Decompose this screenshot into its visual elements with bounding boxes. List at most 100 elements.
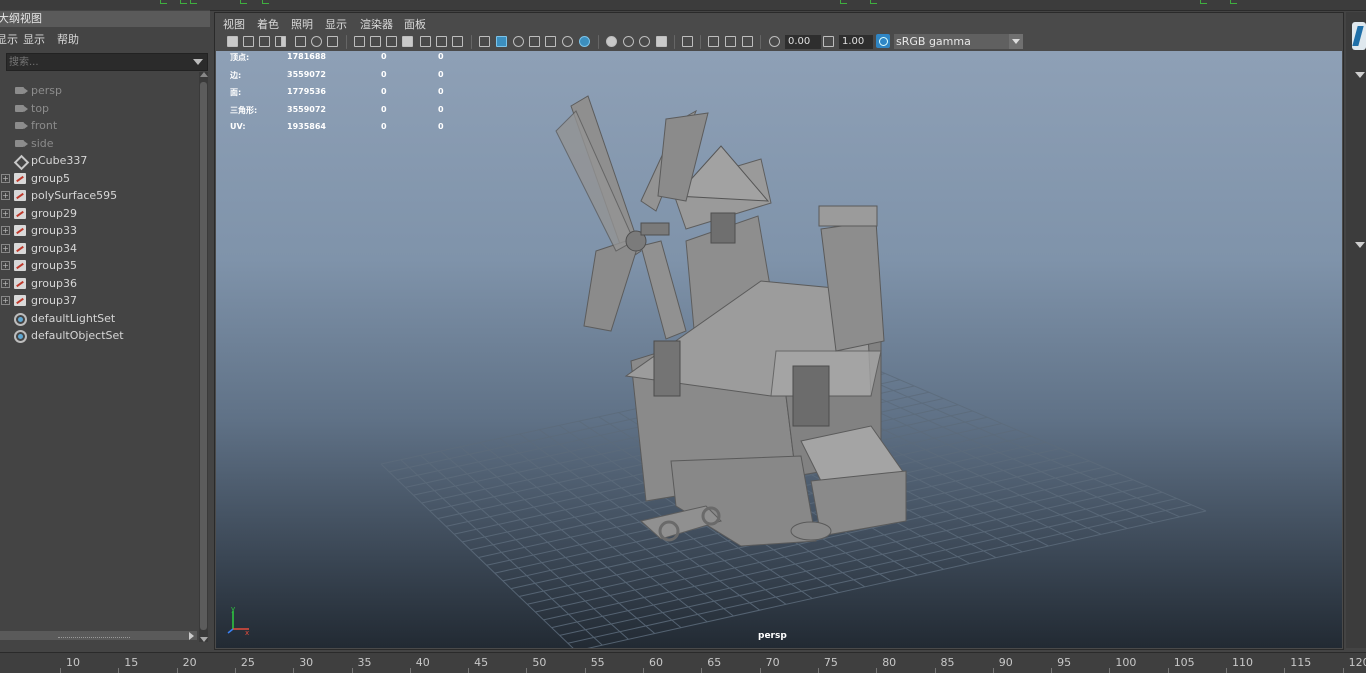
- expand-icon[interactable]: +: [1, 226, 10, 235]
- menu-shading[interactable]: 着色: [257, 16, 279, 32]
- group-icon: [14, 225, 26, 236]
- hud-comp: 0: [438, 87, 444, 96]
- xray-icon[interactable]: [656, 36, 667, 47]
- color-management-icon[interactable]: [876, 34, 890, 48]
- xray-joints-icon[interactable]: [725, 36, 736, 47]
- select-camera-icon[interactable]: [227, 36, 238, 47]
- expand-icon[interactable]: +: [1, 243, 10, 253]
- chevron-down-icon[interactable]: [1009, 34, 1023, 49]
- lock-camera-icon[interactable]: [281, 36, 286, 47]
- axis-y-label: y: [231, 605, 235, 613]
- outliner-item[interactable]: front: [0, 117, 200, 134]
- resolution-gate-icon[interactable]: [386, 36, 397, 47]
- menu-panels[interactable]: 面板: [404, 16, 426, 32]
- toolbar-separator: [346, 35, 347, 49]
- shadows-icon[interactable]: [562, 36, 573, 47]
- motion-blur-icon[interactable]: [606, 36, 617, 47]
- exposure-field[interactable]: 0.00: [785, 35, 821, 49]
- hud-sel: 0: [381, 87, 387, 96]
- expand-icon[interactable]: +: [1, 173, 10, 183]
- scroll-right-icon[interactable]: [189, 632, 194, 640]
- depth-of-field-icon[interactable]: [639, 36, 650, 47]
- outliner-item-label: group33: [31, 224, 77, 237]
- outliner-item[interactable]: side: [0, 135, 200, 152]
- ambient-occlusion-icon[interactable]: [579, 36, 590, 47]
- outliner-item[interactable]: + group35: [0, 257, 200, 274]
- scroll-up-icon[interactable]: [200, 72, 208, 77]
- outliner-item[interactable]: + group33: [0, 222, 200, 239]
- expand-icon[interactable]: +: [1, 296, 10, 305]
- outliner-item[interactable]: defaultObjectSet: [0, 327, 200, 344]
- anti-aliasing-icon[interactable]: [623, 36, 634, 47]
- outliner-item[interactable]: defaultLightSet: [0, 310, 200, 327]
- gamma-icon[interactable]: [823, 36, 834, 47]
- outliner-item[interactable]: + group37: [0, 292, 200, 309]
- time-tick-label: 110: [1232, 656, 1253, 669]
- exposure-icon[interactable]: [769, 36, 780, 47]
- collapse-arrow-icon[interactable]: [1355, 72, 1365, 78]
- outliner-item[interactable]: pCube337: [0, 152, 200, 171]
- time-slider[interactable]: 10 15 20 25 30 35 40 45 50 55 60 65 70 75 80 85 90 95 100 1…: [0, 652, 1366, 673]
- outliner-search-input[interactable]: [9, 54, 189, 70]
- smooth-shade-icon[interactable]: [496, 36, 507, 47]
- hud-sel: 0: [381, 69, 387, 79]
- outliner-horizontal-scrollbar[interactable]: [0, 631, 197, 640]
- safe-title-icon[interactable]: [452, 36, 463, 47]
- expand-icon[interactable]: +: [1, 191, 10, 200]
- menu-view[interactable]: 视图: [223, 16, 245, 32]
- outliner-item[interactable]: top: [0, 100, 200, 117]
- time-tick-label: 35: [357, 656, 372, 669]
- gamma-field[interactable]: 1.00: [839, 35, 873, 49]
- outliner-item[interactable]: + group34: [0, 240, 200, 257]
- 3d-viewport[interactable]: 顶点: 1781688 0 0 边: 3559072 0 0 面: 1779536 0 0 三角形: 35…: [216, 51, 1342, 648]
- time-tick-mark: [992, 668, 994, 673]
- outliner-search-box[interactable]: [6, 53, 208, 71]
- expand-icon[interactable]: +: [1, 278, 10, 288]
- pencil-icon[interactable]: [327, 36, 338, 47]
- grid-icon[interactable]: [354, 36, 365, 47]
- outliner-item[interactable]: + group5: [0, 170, 200, 187]
- safe-action-icon[interactable]: [436, 36, 447, 47]
- 2d-pan-zoom-icon[interactable]: [311, 36, 322, 47]
- xray-active-icon[interactable]: [742, 36, 753, 47]
- textured-icon[interactable]: [529, 36, 540, 47]
- isolate-select-icon[interactable]: [708, 36, 719, 47]
- search-dropdown-icon[interactable]: [193, 59, 203, 65]
- scroll-down-icon[interactable]: [200, 637, 208, 642]
- camera-attributes-icon[interactable]: [243, 36, 254, 47]
- expand-icon[interactable]: +: [1, 208, 10, 218]
- scroll-thumb[interactable]: [200, 82, 207, 630]
- time-tick-label: 20: [182, 656, 197, 669]
- select-cursor-icon[interactable]: [682, 36, 693, 47]
- time-tick-mark: [1226, 668, 1227, 673]
- time-tick-mark: [759, 668, 761, 673]
- outliner-vertical-scrollbar[interactable]: [199, 72, 208, 642]
- outliner-menu-help[interactable]: 帮助: [57, 31, 79, 47]
- wireframe-icon[interactable]: [479, 36, 490, 47]
- time-tick-mark: [409, 668, 411, 673]
- time-tick-mark: [643, 668, 644, 673]
- hud-row: 顶点: 1781688 0 0: [230, 52, 470, 66]
- menu-renderer[interactable]: 渲染器: [360, 16, 393, 32]
- outliner-menu-display[interactable]: 显示: [0, 31, 18, 47]
- field-chart-icon[interactable]: [420, 36, 431, 47]
- film-gate-icon[interactable]: [370, 36, 381, 47]
- gate-mask-icon[interactable]: [402, 36, 413, 47]
- expand-icon[interactable]: +: [1, 261, 10, 270]
- outliner-menu-show[interactable]: 显示: [23, 31, 45, 47]
- wireframe-on-shaded-icon[interactable]: [513, 36, 524, 47]
- menu-lighting[interactable]: 照明: [291, 16, 313, 32]
- outliner-item[interactable]: + group29: [0, 205, 200, 222]
- grease-pencil-icon[interactable]: [295, 36, 306, 47]
- menu-show[interactable]: 显示: [325, 16, 347, 32]
- bookmark-icon[interactable]: [259, 36, 270, 47]
- outliner-item[interactable]: persp: [0, 82, 200, 99]
- time-tick-mark: [876, 668, 878, 673]
- color-space-select[interactable]: sRGB gamma: [894, 34, 1023, 49]
- scroll-grip[interactable]: [58, 637, 130, 639]
- use-all-lights-icon[interactable]: [545, 36, 556, 47]
- collapse-arrow-icon[interactable]: [1355, 242, 1365, 248]
- outliner-item[interactable]: + polySurface595: [0, 187, 200, 204]
- outliner-item[interactable]: + group36: [0, 275, 200, 292]
- hud-total: 1935864: [287, 122, 326, 131]
